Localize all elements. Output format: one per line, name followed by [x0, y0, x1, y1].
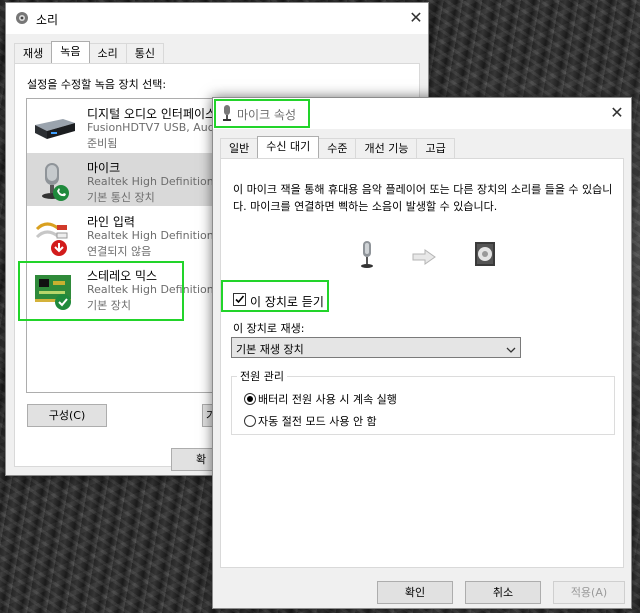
device-name: 마이크 — [87, 161, 121, 175]
stereo-mix-highlight — [18, 261, 184, 321]
mic-title-highlight — [214, 99, 310, 128]
playback-device-select[interactable]: 기본 재생 장치 — [231, 337, 521, 358]
speaker-app-icon — [15, 11, 29, 28]
sound-window-title: 소리 — [36, 13, 59, 27]
sound-close-icon[interactable]: ✕ — [406, 8, 426, 28]
speaker-icon — [474, 241, 496, 270]
device-name: 라인 입력 — [87, 215, 135, 229]
mic-close-icon[interactable]: ✕ — [607, 103, 627, 123]
device-status: 기본 통신 장치 — [87, 191, 155, 204]
mic-properties-window: 마이크 속성 ✕ 일반 수신 대기 수준 개선 기능 고급 이 마이크 잭을 통… — [212, 97, 632, 609]
listen-description: 이 마이크 잭을 통해 휴대용 음악 플레이어 또는 다른 장치의 소리를 들을… — [233, 183, 613, 213]
tab-listen[interactable]: 수신 대기 — [257, 136, 320, 158]
sound-tabs: 재생 녹음 소리 통신 — [14, 41, 164, 63]
microphone-icon — [33, 161, 77, 201]
device-driver: Realtek High Definition A — [87, 229, 225, 242]
tab-advanced[interactable]: 고급 — [416, 138, 455, 158]
mic-tabs: 일반 수신 대기 수준 개선 기능 고급 — [220, 136, 455, 158]
ok-button[interactable]: 확인 — [377, 581, 453, 604]
tab-general[interactable]: 일반 — [220, 138, 259, 158]
device-name: 디지털 오디오 인터페이스 — [87, 107, 217, 121]
listen-panel — [220, 158, 624, 568]
chevron-down-icon — [506, 344, 516, 357]
apply-button[interactable]: 적용(A) — [553, 581, 625, 604]
device-driver: Realtek High Definition A — [87, 175, 225, 188]
device-status: 준비됨 — [87, 137, 118, 150]
device-driver: FusionHDTV7 USB, Audio — [87, 121, 225, 134]
configure-button[interactable]: 구성(C) — [27, 404, 107, 427]
cancel-button[interactable]: 취소 — [465, 581, 541, 604]
playback-device-value: 기본 재생 장치 — [236, 343, 304, 356]
listen-checkbox-highlight — [221, 280, 329, 312]
power-option-continue-label[interactable]: 배터리 전원 사용 시 계속 실행 — [258, 391, 397, 407]
sound-title-bar[interactable]: 소리 ✕ — [6, 3, 428, 34]
power-option-disable-sleep-label[interactable]: 자동 절전 모드 사용 안 함 — [258, 413, 377, 429]
power-radio-disable-sleep[interactable] — [244, 415, 256, 427]
power-radio-continue[interactable] — [244, 393, 256, 405]
usb-capture-device-icon — [33, 107, 77, 147]
tab-enhancements[interactable]: 개선 기능 — [355, 138, 418, 158]
tab-sounds[interactable]: 소리 — [88, 43, 127, 63]
arrow-right-icon — [412, 249, 436, 268]
power-group-title: 전원 관리 — [237, 368, 287, 384]
microphone-small-icon — [359, 241, 375, 272]
tab-playback[interactable]: 재생 — [14, 43, 53, 63]
tab-communications[interactable]: 통신 — [125, 43, 164, 63]
tab-levels[interactable]: 수준 — [318, 138, 357, 158]
playback-device-label: 이 장치로 재생: — [233, 322, 305, 335]
recording-instruction: 설정을 수정할 녹음 장치 선택: — [27, 78, 167, 91]
line-in-cable-icon — [33, 215, 77, 256]
device-status: 연결되지 않음 — [87, 245, 152, 258]
tab-recording[interactable]: 녹음 — [51, 41, 90, 63]
